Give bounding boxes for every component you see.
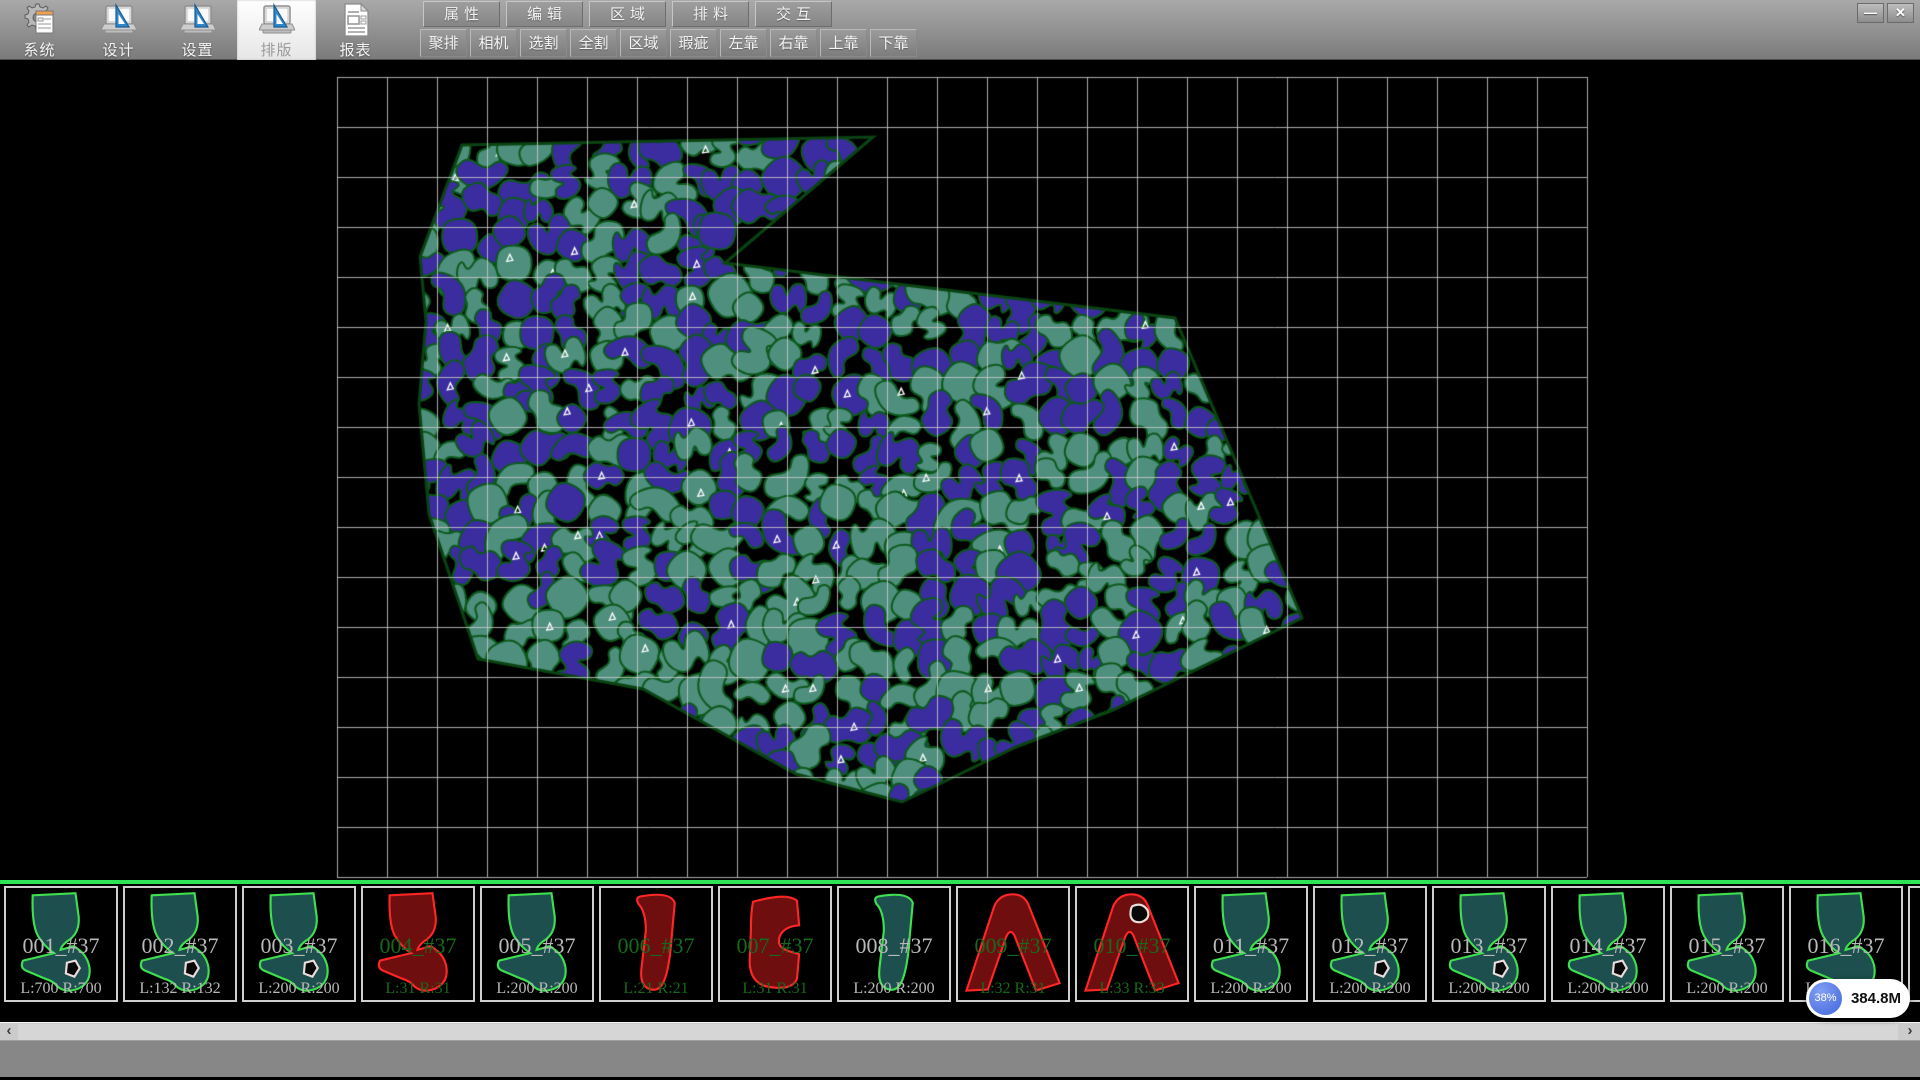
tool-button-row: 聚排相机选割全割区域瑕疵左靠右靠上靠下靠 xyxy=(420,29,917,57)
tool-button-4[interactable]: 全割 xyxy=(570,29,617,57)
menu-tab-3[interactable]: 区域 xyxy=(589,1,666,27)
piece-shape-icon xyxy=(721,890,828,997)
mode-button-label: 系统 xyxy=(23,39,55,60)
mode-button-5[interactable]: 报表 xyxy=(316,0,395,60)
horizontal-scrollbar[interactable]: ‹ › xyxy=(0,1022,1920,1040)
window-controls: — ✕ xyxy=(1857,3,1914,23)
piece-thumbnail-014_#37[interactable]: 014_#37L:200 R:200 xyxy=(1551,886,1665,1002)
scrollbar-thumb[interactable] xyxy=(18,1024,1898,1040)
piece-shape-icon xyxy=(602,890,709,997)
piece-shape-icon xyxy=(840,890,947,997)
piece-thumbnail-006_#37[interactable]: 006_#37L:21 R:21 xyxy=(599,886,713,1002)
mode-button-1[interactable]: 系统 xyxy=(0,0,79,60)
tool-button-10[interactable]: 下靠 xyxy=(870,29,917,57)
mode-button-label: 排版 xyxy=(260,39,292,60)
minimize-button[interactable]: — xyxy=(1857,3,1884,23)
tool-button-3[interactable]: 选割 xyxy=(520,29,567,57)
piece-shape-icon xyxy=(1078,890,1185,997)
mode-button-3[interactable]: 设置 xyxy=(158,0,237,60)
piece-shape-icon xyxy=(245,890,352,997)
piece-thumbnail-005_#37[interactable]: 005_#37L:200 R:200 xyxy=(480,886,594,1002)
piece-shape-icon xyxy=(1554,890,1661,997)
piece-shape-icon xyxy=(1197,890,1304,997)
piece-thumbnail-004_#37[interactable]: 004_#37L:31 R:31 xyxy=(361,886,475,1002)
progress-percent-circle: 38% xyxy=(1809,982,1842,1015)
menu-tab-row: 属性编辑区域排料交互 xyxy=(423,1,832,27)
settings-ruler-icon xyxy=(180,2,216,38)
design-ruler-icon xyxy=(101,2,137,38)
piece-shape-icon xyxy=(1911,890,1920,997)
piece-thumbnail-007_#37[interactable]: 007_#37L:31 R:31 xyxy=(718,886,832,1002)
menu-tab-5[interactable]: 交互 xyxy=(755,1,832,27)
menu-tab-4[interactable]: 排料 xyxy=(672,1,749,27)
piece-shape-icon xyxy=(1316,890,1423,997)
mode-button-4[interactable]: 排版 xyxy=(237,0,316,60)
piece-shape-icon xyxy=(483,890,590,997)
scroll-left-arrow-icon[interactable]: ‹ xyxy=(1,1023,17,1040)
mode-button-label: 设置 xyxy=(181,39,213,60)
piece-thumbnail-strip: 001_#37L:700 R:700002_#37L:132 R:132003_… xyxy=(0,884,1920,1006)
piece-thumbnail-011_#37[interactable]: 011_#37L:200 R:200 xyxy=(1194,886,1308,1002)
piece-thumbnail-015_#37[interactable]: 015_#37L:200 R:200 xyxy=(1670,886,1784,1002)
report-document-icon xyxy=(338,2,374,38)
piece-thumbnail-001_#37[interactable]: 001_#37L:700 R:700 xyxy=(4,886,118,1002)
piece-thumbnail-009_#37[interactable]: 009_#37L:32 R:31 xyxy=(956,886,1070,1002)
status-bar xyxy=(0,1040,1920,1077)
system-gear-icon xyxy=(22,2,58,38)
piece-thumbnail-002_#37[interactable]: 002_#37L:132 R:132 xyxy=(123,886,237,1002)
piece-shape-icon xyxy=(1673,890,1780,997)
piece-shape-icon xyxy=(7,890,114,997)
piece-shape-icon xyxy=(959,890,1066,997)
tool-button-7[interactable]: 左靠 xyxy=(720,29,767,57)
close-button[interactable]: ✕ xyxy=(1887,3,1914,23)
tool-button-2[interactable]: 相机 xyxy=(470,29,517,57)
scroll-right-arrow-icon[interactable]: › xyxy=(1902,1023,1918,1040)
piece-shape-icon xyxy=(126,890,233,997)
menu-tab-2[interactable]: 编辑 xyxy=(506,1,583,27)
mode-button-2[interactable]: 设计 xyxy=(79,0,158,60)
piece-thumbnail-012_#37[interactable]: 012_#37L:200 R:200 xyxy=(1313,886,1427,1002)
piece-shape-icon xyxy=(1435,890,1542,997)
tool-button-6[interactable]: 瑕疵 xyxy=(670,29,717,57)
menu-tab-1[interactable]: 属性 xyxy=(423,1,500,27)
tool-button-8[interactable]: 右靠 xyxy=(770,29,817,57)
tool-button-5[interactable]: 区域 xyxy=(620,29,667,57)
piece-thumbnail-010_#37[interactable]: 010_#37L:33 R:33 xyxy=(1075,886,1189,1002)
nesting-canvas[interactable] xyxy=(0,60,1920,880)
piece-thumbnail-003_#37[interactable]: 003_#37L:200 R:200 xyxy=(242,886,356,1002)
nesting-ruler-icon xyxy=(259,2,295,38)
piece-shape-icon xyxy=(364,890,471,997)
main-toolbar: 系统设计设置排版报表 属性编辑区域排料交互 聚排相机选割全割区域瑕疵左靠右靠上靠… xyxy=(0,0,1920,60)
piece-thumbnail-013_#37[interactable]: 013_#37L:200 R:200 xyxy=(1432,886,1546,1002)
piece-thumbnail-017_#37[interactable]: 017_#37L:200 R:200 xyxy=(1908,886,1920,1002)
memory-progress-badge[interactable]: 38% 384.8M xyxy=(1806,979,1910,1018)
tool-button-1[interactable]: 聚排 xyxy=(420,29,467,57)
mode-button-label: 报表 xyxy=(339,39,371,60)
memory-usage-label: 384.8M xyxy=(1842,990,1910,1007)
mode-button-label: 设计 xyxy=(102,39,134,60)
tool-button-9[interactable]: 上靠 xyxy=(820,29,867,57)
main-mode-buttons: 系统 设计 设置 排版 报表 xyxy=(0,0,395,60)
piece-thumbnail-008_#37[interactable]: 008_#37L:200 R:200 xyxy=(837,886,951,1002)
